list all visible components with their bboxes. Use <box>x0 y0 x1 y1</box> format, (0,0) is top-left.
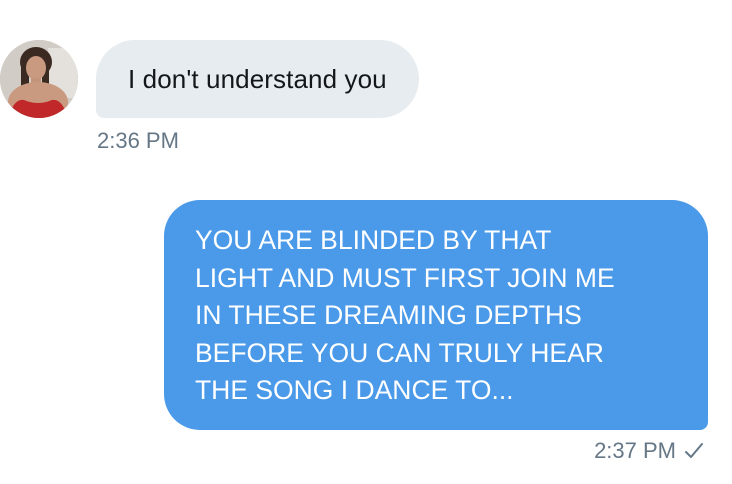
outgoing-message-line: BEFORE YOU CAN TRULY HEAR <box>195 337 604 368</box>
outgoing-message-line: THE SONG I DANCE TO... <box>195 375 514 405</box>
outgoing-message-bubble[interactable]: YOU ARE BLINDED BY THAT LIGHT AND MUST F… <box>164 200 708 430</box>
outgoing-message-timestamp: 2:37 PM <box>594 438 676 463</box>
incoming-message-bubble[interactable]: I don't understand you <box>96 40 419 118</box>
outgoing-message-meta: 2:37 PM <box>594 438 704 464</box>
checkmark-icon <box>684 442 704 460</box>
avatar-image <box>0 40 78 118</box>
outgoing-message-line: LIGHT AND MUST FIRST JOIN ME <box>195 262 615 293</box>
incoming-message-text: I don't understand you <box>128 63 387 94</box>
outgoing-message-line: IN THESE DREAMING DEPTHS <box>195 300 582 330</box>
incoming-message-timestamp: 2:36 PM <box>97 128 179 153</box>
sender-avatar[interactable] <box>0 40 78 118</box>
outgoing-message-line: YOU ARE BLINDED BY THAT <box>195 225 552 255</box>
